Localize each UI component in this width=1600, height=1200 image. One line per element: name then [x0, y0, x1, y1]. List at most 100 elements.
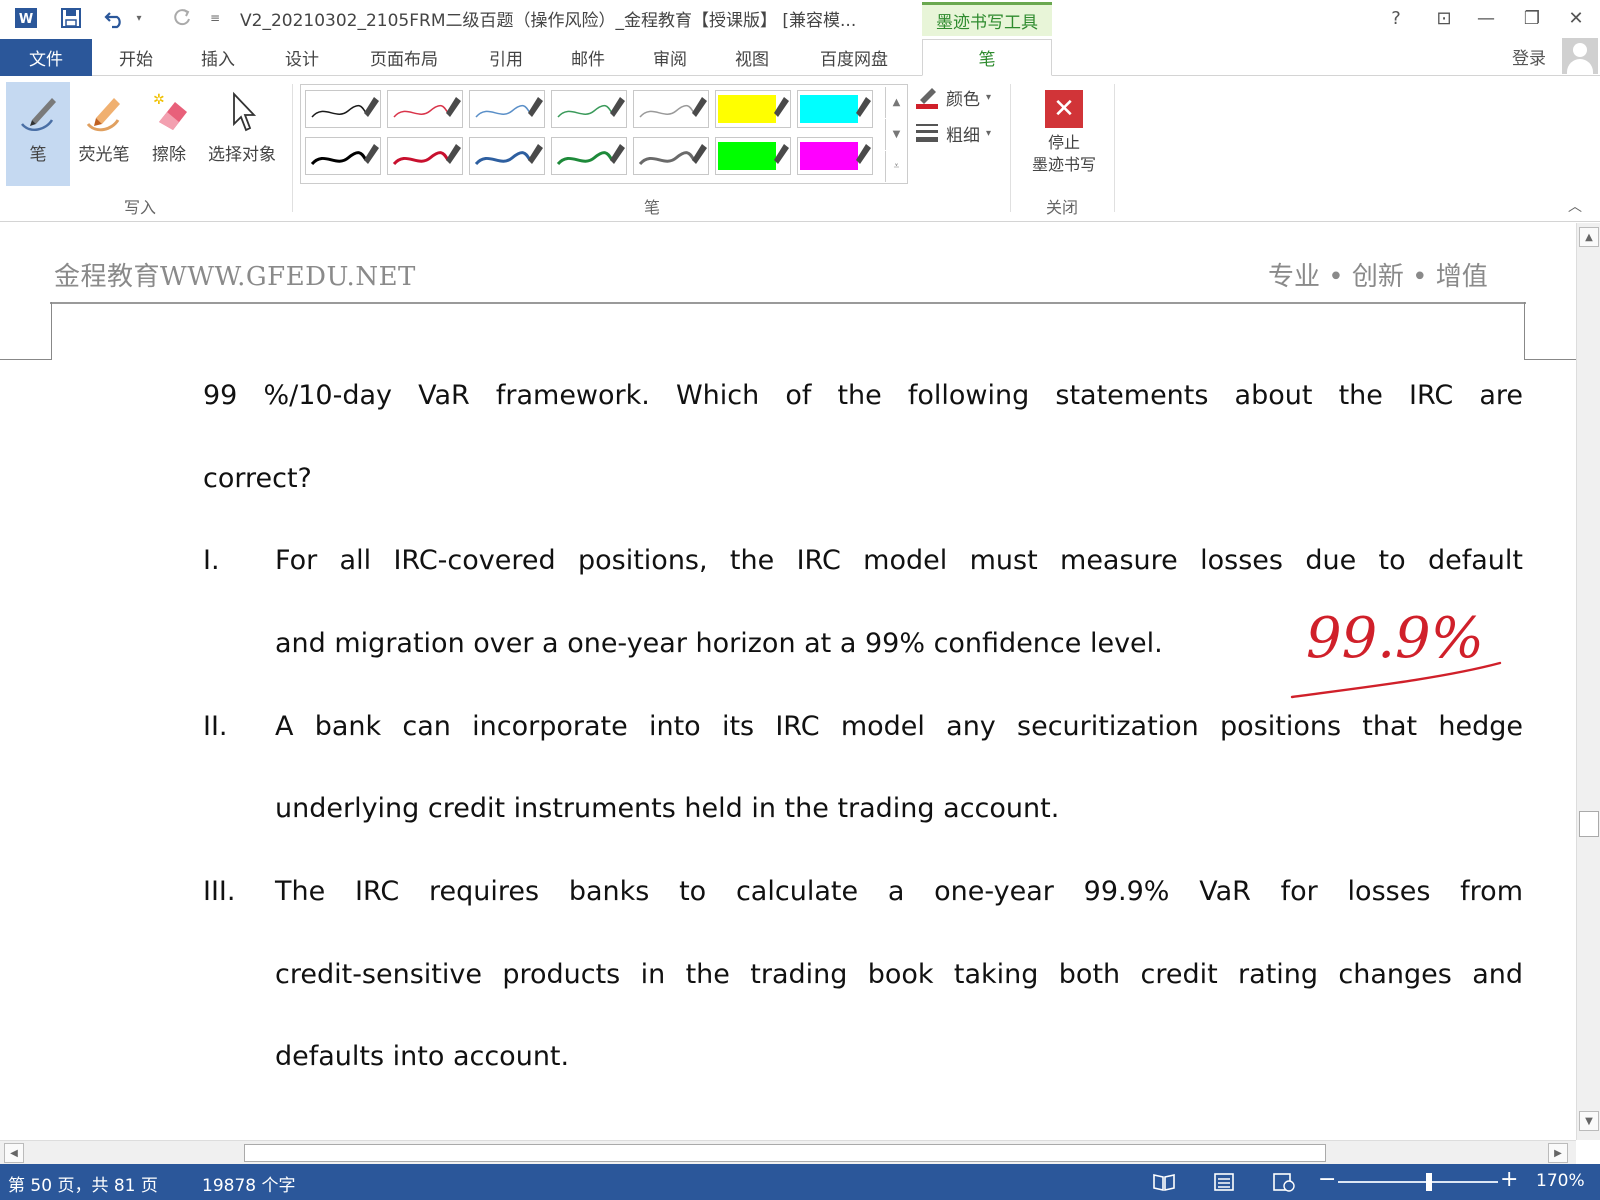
gallery-more-icon[interactable]: ⩡: [885, 151, 907, 182]
scroll-right-icon[interactable]: ▶: [1548, 1143, 1568, 1163]
vertical-scroll-thumb[interactable]: [1579, 811, 1599, 837]
pen-swatch[interactable]: [387, 137, 463, 175]
save-icon[interactable]: [56, 4, 86, 32]
document-area[interactable]: 金程教育WWW.GFEDU.NET 专业 • 创新 • 增值 99 %/10-d…: [0, 223, 1576, 1140]
eraser-button-label: 擦除: [152, 145, 186, 165]
highlighter-button[interactable]: 荧光笔: [72, 82, 136, 186]
horizontal-scroll-thumb[interactable]: [244, 1144, 1326, 1162]
svg-text:W: W: [19, 12, 33, 27]
pen-swatch[interactable]: [551, 137, 627, 175]
undo-icon[interactable]: [100, 4, 130, 32]
minimize-button[interactable]: —: [1466, 4, 1506, 32]
pen-thickness-label: 粗细: [946, 125, 980, 146]
pen-button[interactable]: 笔: [6, 82, 70, 186]
tab-references[interactable]: 引用: [470, 39, 542, 76]
print-layout-icon[interactable]: [1210, 1170, 1238, 1194]
zoom-slider-thumb[interactable]: [1426, 1173, 1432, 1191]
highlighter-swatch[interactable]: [715, 90, 791, 128]
close-group-label: 关闭: [1046, 198, 1079, 217]
read-mode-icon[interactable]: [1150, 1170, 1178, 1194]
tab-file[interactable]: 文件: [0, 39, 92, 76]
vertical-scrollbar[interactable]: ▲ ▼: [1576, 223, 1600, 1140]
web-layout-icon[interactable]: [1270, 1170, 1298, 1194]
statement-number: I.: [203, 545, 220, 576]
zoom-in-button[interactable]: +: [1500, 1167, 1518, 1192]
highlighter-swatch[interactable]: [797, 90, 873, 128]
statement-text-line: The IRC requires banks to calculate a on…: [275, 876, 1523, 907]
write-group-label: 写入: [124, 198, 157, 217]
stop-inking-label-line1: 停止: [1047, 133, 1080, 152]
ribbon-panel: 笔 荧光笔 ✲ 擦除 选择对象 写入 ▲ ▼ ⩡ 笔 颜色 ▾ 粗细 ▾ ✕ 停…: [0, 76, 1600, 222]
highlighter-swatch[interactable]: [797, 137, 873, 175]
statement-text-line: defaults into account.: [275, 1041, 570, 1072]
statement-text-line: credit-sensitive products in the trading…: [275, 959, 1523, 990]
group-separator: [1010, 84, 1011, 212]
gallery-scroll-up-icon[interactable]: ▲: [885, 87, 907, 118]
login-link[interactable]: 登录: [1512, 44, 1546, 69]
select-objects-button[interactable]: 选择对象: [202, 82, 282, 186]
scroll-down-icon[interactable]: ▼: [1579, 1111, 1599, 1131]
scroll-up-icon[interactable]: ▲: [1579, 227, 1599, 247]
redo-icon[interactable]: [166, 4, 196, 32]
close-button[interactable]: ✕: [1556, 4, 1596, 32]
eraser-button[interactable]: ✲ 擦除: [140, 82, 198, 186]
collapse-ribbon-icon[interactable]: ︿: [1568, 196, 1582, 216]
horizontal-scrollbar[interactable]: ◀ ▶: [0, 1140, 1576, 1164]
tab-view[interactable]: 视图: [716, 39, 788, 76]
tab-home[interactable]: 开始: [100, 39, 172, 76]
highlighter-swatch[interactable]: [715, 137, 791, 175]
zoom-level[interactable]: 170%: [1536, 1171, 1585, 1191]
pen-swatch[interactable]: [633, 137, 709, 175]
statement-text-line: underlying credit instruments held in th…: [275, 793, 1060, 824]
pen-swatch[interactable]: [387, 90, 463, 128]
group-separator: [1114, 84, 1115, 212]
ribbon-tabs: 文件 开始 插入 设计 页面布局 引用 邮件 审阅 视图 百度网盘 笔 登录: [0, 36, 1600, 76]
pen-swatch[interactable]: [469, 90, 545, 128]
word-count-status[interactable]: 19878 个字: [202, 1171, 295, 1196]
zoom-out-button[interactable]: −: [1318, 1167, 1336, 1192]
tab-review[interactable]: 审阅: [634, 39, 706, 76]
gallery-scroll-down-icon[interactable]: ▼: [885, 119, 907, 150]
pen-color-label: 颜色: [946, 89, 980, 110]
pen-swatch[interactable]: [305, 90, 381, 128]
select-objects-button-label: 选择对象: [208, 145, 276, 165]
pen-swatch[interactable]: [305, 137, 381, 175]
pen-swatch[interactable]: [551, 90, 627, 128]
customize-toolbar-icon[interactable]: ≡: [206, 4, 224, 32]
tab-design[interactable]: 设计: [266, 39, 338, 76]
title-bar: W ▾ ≡ V2_20210302_2105FRM二级百题（操作风险）_金程教育…: [0, 0, 1600, 36]
word-logo-icon[interactable]: W: [10, 4, 42, 32]
select-cursor-icon: [233, 91, 257, 132]
ink-tools-contextual-tab: 墨迹书写工具: [922, 2, 1052, 36]
statement-text-line: For all IRC-covered positions, the IRC m…: [275, 545, 1523, 576]
statement-text-line: and migration over a one-year horizon at…: [275, 628, 1163, 659]
tab-insert[interactable]: 插入: [182, 39, 254, 76]
crop-mark: [1524, 359, 1576, 360]
pen-swatch[interactable]: [633, 90, 709, 128]
tab-page-layout[interactable]: 页面布局: [356, 39, 452, 76]
page-header-left: 金程教育WWW.GFEDU.NET: [54, 262, 416, 292]
ribbon-display-options-button[interactable]: ⊡: [1424, 4, 1464, 32]
tab-pen[interactable]: 笔: [922, 39, 1052, 76]
stop-inking-button[interactable]: ✕ 停止 墨迹书写: [1016, 82, 1112, 190]
pen-gallery: ▲ ▼ ⩡: [300, 84, 908, 184]
tab-mailings[interactable]: 邮件: [552, 39, 624, 76]
statement-text-line: A bank can incorporate into its IRC mode…: [275, 711, 1523, 742]
pen-color-dropdown-icon: ▾: [986, 91, 992, 103]
ink-annotation[interactable]: 99.9%: [1290, 593, 1510, 703]
crop-mark: [51, 302, 52, 360]
pen-color-button[interactable]: 颜色 ▾: [914, 82, 991, 112]
pen-thickness-button[interactable]: 粗细 ▾: [914, 118, 991, 148]
restore-button[interactable]: ❐: [1512, 4, 1552, 32]
pen-swatch[interactable]: [469, 137, 545, 175]
pen-thickness-dropdown-icon: ▾: [986, 127, 992, 139]
scroll-left-icon[interactable]: ◀: [4, 1143, 24, 1163]
page-count-status[interactable]: 第 50 页，共 81 页: [8, 1171, 158, 1196]
help-button[interactable]: ?: [1376, 4, 1416, 32]
zoom-slider[interactable]: [1338, 1181, 1498, 1183]
document-title: V2_20210302_2105FRM二级百题（操作风险）_金程教育【授课版】 …: [240, 11, 857, 31]
undo-dropdown-icon[interactable]: ▾: [132, 4, 146, 32]
avatar[interactable]: [1562, 38, 1598, 74]
tab-baidu-netdisk[interactable]: 百度网盘: [806, 39, 902, 76]
ink-annotation-text: 99.9%: [1306, 606, 1484, 671]
